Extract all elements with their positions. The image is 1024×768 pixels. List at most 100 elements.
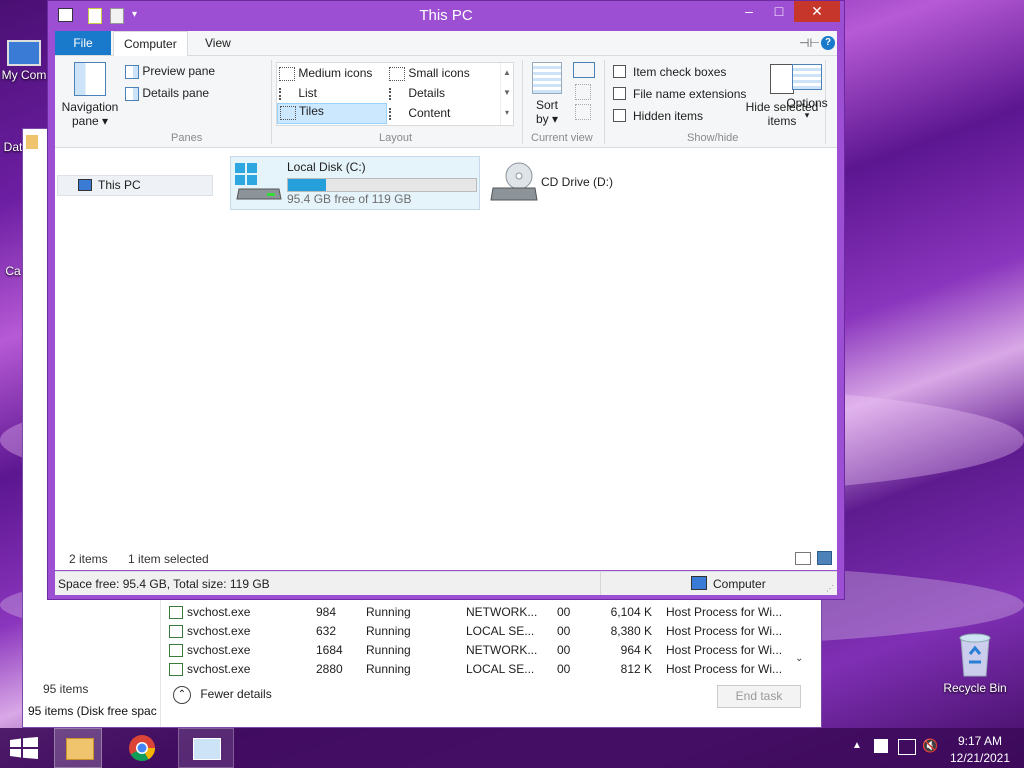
tab-view[interactable]: View (195, 31, 241, 55)
layout-content[interactable]: Content (389, 106, 450, 120)
clock[interactable]: 9:17 AM 12/21/2021 (948, 734, 1012, 765)
cell-cpu: 00 (557, 605, 571, 619)
drive-tile-local-disk[interactable]: Local Disk (C:) 95.4 GB free of 119 GB (230, 156, 480, 210)
taskbar-chrome[interactable] (118, 728, 166, 768)
cd-drive-icon (490, 162, 538, 201)
taskbar-file-explorer[interactable] (54, 728, 102, 768)
desktop-icon-recycle-bin[interactable]: Recycle Bin (940, 632, 1010, 695)
layout-item-label: Medium icons (298, 66, 373, 80)
cell-user: NETWORK... (466, 605, 538, 619)
divider (271, 60, 272, 144)
cell-mem: 964 K (620, 643, 652, 657)
item-check-boxes-checkbox[interactable] (613, 65, 626, 78)
cell-desc: Host Process for Wi... (666, 605, 783, 619)
file-name-extensions-checkbox[interactable] (613, 87, 626, 100)
navigation-pane-button[interactable]: Navigation pane ▾ (61, 62, 119, 128)
size-columns-icon[interactable] (575, 104, 591, 120)
cell-status: Running (366, 662, 411, 676)
folder-icon (26, 135, 38, 149)
process-icon (169, 644, 183, 657)
fewer-details-button[interactable]: ⌃ Fewer details (173, 686, 272, 704)
drive-usage-fill (288, 179, 326, 191)
end-task-button[interactable]: End task (717, 685, 801, 708)
tab-computer[interactable]: Computer (113, 31, 188, 56)
preview-pane-button[interactable]: Preview pane (125, 64, 215, 79)
options-icon (792, 64, 822, 90)
table-row[interactable]: svchost.exe 1684 Running NETWORK... 00 964 K H… (165, 641, 785, 660)
table-row[interactable]: svchost.exe 2880 Running LOCAL SE... 00 812 K… (165, 660, 785, 679)
volume-muted-icon[interactable]: 🔇 (922, 738, 938, 754)
table-row[interactable]: svchost.exe 632 Running LOCAL SE... 00 8,380 … (165, 622, 785, 641)
medium-icons-icon (279, 66, 295, 81)
window-title: This PC (419, 7, 473, 24)
help-icon[interactable]: ? (821, 36, 835, 50)
cell-status: Running (366, 643, 411, 657)
hidden-items-checkbox[interactable] (613, 109, 626, 122)
show-hide-group-label: Show/hide (687, 132, 739, 144)
options-button[interactable]: Options ▾ (780, 64, 834, 121)
process-icon (169, 606, 183, 619)
drive-name: CD Drive (D:) (541, 175, 613, 189)
layout-list[interactable]: List (279, 86, 317, 100)
file-name-extensions-label[interactable]: File name extensions (633, 87, 746, 101)
cell-status: Running (366, 605, 411, 619)
layout-item-label: Tiles (299, 104, 324, 119)
process-icon (169, 663, 183, 676)
group-by-icon[interactable] (573, 62, 595, 78)
cell-user: LOCAL SE... (466, 624, 535, 638)
sort-by-label: Sort (535, 98, 558, 112)
details-view-icon[interactable] (795, 552, 811, 565)
layout-small-icons[interactable]: Small icons (389, 66, 470, 81)
cell-desc: Host Process for Wi... (666, 643, 783, 657)
sort-by-label-2: by ▾ (535, 112, 559, 126)
table-row[interactable]: svchost.exe 984 Running NETWORK... 00 6,104 K… (165, 603, 785, 622)
start-button[interactable] (10, 737, 38, 759)
cell-name: svchost.exe (187, 624, 251, 638)
navigation-pane-label-2: pane ▾ (71, 114, 109, 128)
cell-user: LOCAL SE... (466, 662, 535, 676)
divider (600, 572, 601, 595)
maximize-button[interactable]: □ (764, 1, 794, 22)
tm-items-count: 95 items (43, 682, 89, 696)
details-pane-button[interactable]: Details pane (125, 86, 209, 101)
navigation-pane-label: Navigation (61, 100, 119, 114)
clock-date: 12/21/2021 (949, 751, 1011, 765)
action-center-icon[interactable] (874, 739, 888, 753)
layout-tiles[interactable]: Tiles (277, 103, 387, 124)
drive-name: Local Disk (C:) (287, 160, 366, 174)
sort-by-button[interactable]: Sort by ▾ (530, 62, 564, 126)
nav-item-this-pc[interactable]: This PC (57, 175, 213, 196)
network-icon[interactable] (898, 739, 916, 755)
minimize-button[interactable]: – (734, 1, 764, 22)
divider (522, 60, 523, 144)
drive-tile-cd-drive[interactable]: CD Drive (D:) (485, 156, 685, 208)
cell-cpu: 00 (557, 662, 571, 676)
layout-gallery-scroll[interactable]: ▲ ▼ ▾ (500, 63, 513, 125)
cell-name: svchost.exe (187, 643, 251, 657)
show-hidden-icons-icon[interactable]: ▲ (852, 740, 862, 751)
title-bar[interactable]: ▾ This PC – □ ✕ (48, 1, 844, 31)
list-icon (279, 87, 295, 100)
resize-grip-icon[interactable]: ⋰ (826, 584, 834, 593)
content-icon (389, 107, 405, 120)
add-columns-icon[interactable] (575, 84, 591, 100)
ribbon-tabs: File Computer View ⊣⊢ ? (55, 31, 837, 56)
scroll-down-icon[interactable]: ⌄ (795, 653, 803, 664)
pin-ribbon-icon[interactable]: ⊣⊢ (799, 36, 820, 50)
desktop-icon-label: My Com (1, 68, 47, 82)
explorer-window: ▾ This PC – □ ✕ File Computer View ⊣⊢ ? … (47, 0, 845, 600)
hidden-items-label[interactable]: Hidden items (633, 109, 703, 123)
desktop-icon-my-computer[interactable]: My Com (0, 40, 48, 82)
cell-desc: Host Process for Wi... (666, 662, 783, 676)
cell-mem: 812 K (620, 662, 652, 676)
item-check-boxes-label[interactable]: Item check boxes (633, 65, 726, 79)
close-button[interactable]: ✕ (794, 1, 840, 22)
layout-details[interactable]: Details (389, 86, 445, 100)
layout-item-label: Details (408, 86, 446, 100)
large-icons-view-icon[interactable] (817, 551, 832, 565)
layout-medium-icons[interactable]: Medium icons (279, 66, 372, 81)
preview-pane-label: Preview pane (142, 64, 216, 78)
tab-file[interactable]: File (55, 31, 111, 55)
taskbar-task-manager[interactable] (178, 728, 234, 768)
cell-user: NETWORK... (466, 643, 538, 657)
